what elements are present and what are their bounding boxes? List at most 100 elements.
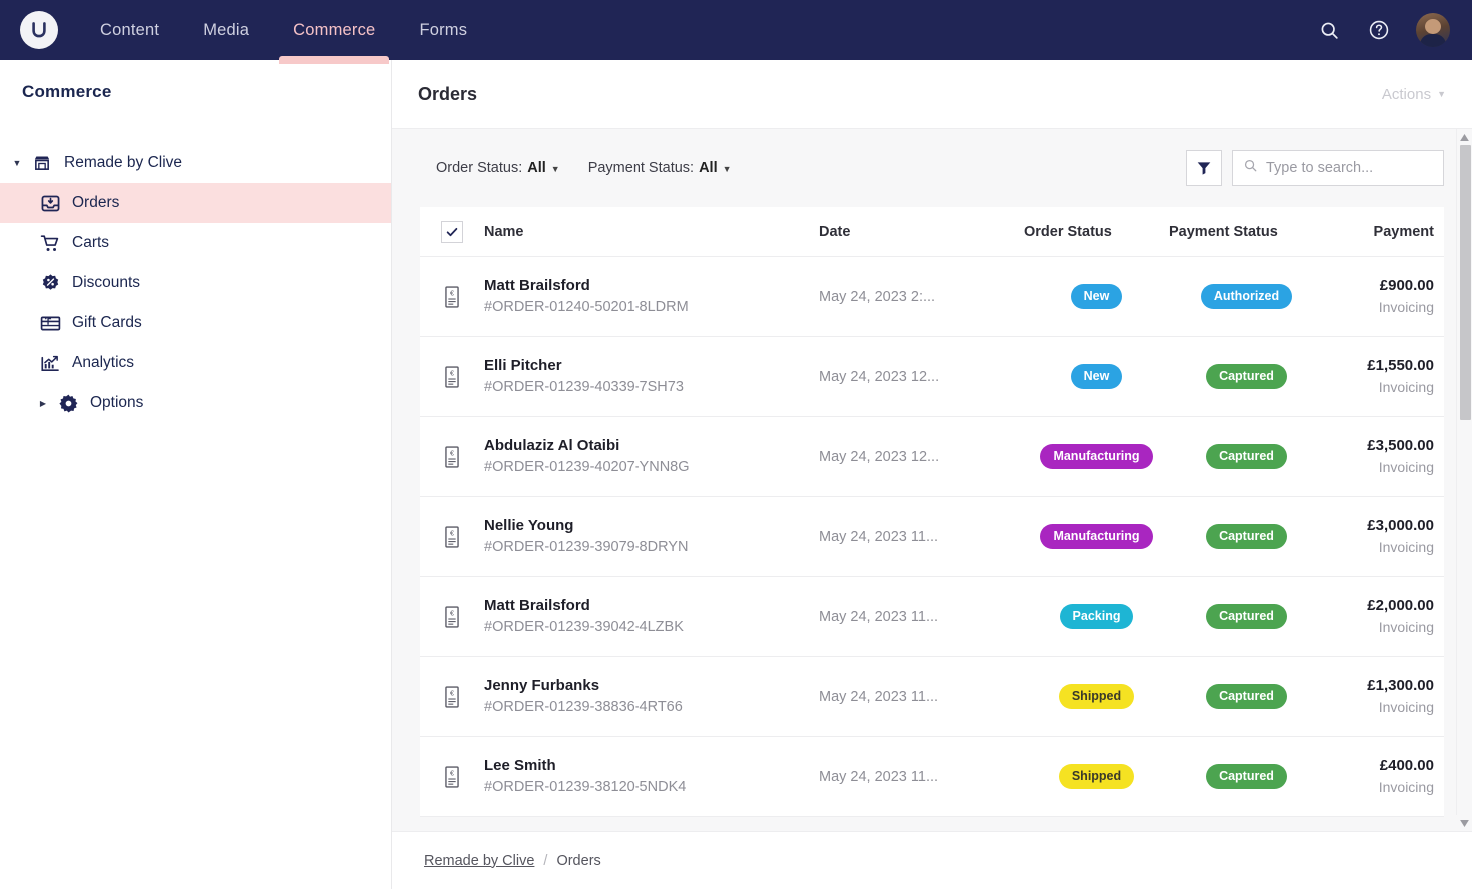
customer-name: Matt Brailsford [484, 595, 807, 617]
order-name-cell[interactable]: Nellie Young#ORDER-01239-39079-8DRYN [484, 515, 819, 559]
table-row[interactable]: €Matt Brailsford#ORDER-01239-39042-4LZBK… [420, 577, 1444, 657]
order-number: #ORDER-01239-40207-YNN8G [484, 457, 807, 479]
logo-container[interactable] [0, 11, 78, 49]
table-row[interactable]: €Abdulaziz Al Otaibi#ORDER-01239-40207-Y… [420, 417, 1444, 497]
column-header-name[interactable]: Name [484, 224, 819, 240]
nav-item-media[interactable]: Media [181, 0, 271, 60]
order-date: May 24, 2023 11... [819, 689, 1024, 705]
payment-amount: £2,000.00 [1324, 595, 1434, 618]
payment-amount: £3,500.00 [1324, 435, 1434, 458]
main-content: Orders Actions ▼ Order Status: All ▼ Pay… [392, 60, 1472, 889]
select-all-checkbox[interactable] [441, 221, 463, 243]
scrollbar-thumb[interactable] [1460, 145, 1471, 420]
chart-line-icon [34, 353, 66, 374]
nav-item-forms[interactable]: Forms [397, 0, 489, 60]
breadcrumb: Remade by Clive / Orders [392, 831, 1472, 889]
payment-status-filter-value: All [699, 160, 718, 176]
nav-item-content[interactable]: Content [78, 0, 181, 60]
sidebar-item-label: Options [90, 394, 143, 412]
search-icon[interactable] [1316, 17, 1342, 43]
breadcrumb-separator: / [543, 853, 547, 869]
payment-status-filter[interactable]: Payment Status: All ▼ [588, 160, 732, 176]
payment-cell: £2,000.00Invoicing [1324, 595, 1444, 639]
nav-item-label: Content [100, 21, 159, 40]
order-date: May 24, 2023 11... [819, 529, 1024, 545]
column-header-order-status[interactable]: Order Status [1024, 224, 1169, 240]
order-date: May 24, 2023 11... [819, 609, 1024, 625]
chevron-down-icon[interactable] [8, 158, 26, 168]
table-row[interactable]: € Matt Brailsford#ORDER-01240-50201-8LDRM… [420, 257, 1444, 337]
order-status-filter-label: Order Status: [436, 160, 522, 176]
help-circle-icon[interactable] [1366, 17, 1392, 43]
sidebar-item-carts[interactable]: Carts [0, 223, 391, 263]
order-status-cell: Shipped [1024, 684, 1169, 708]
status-badge: Captured [1206, 444, 1287, 468]
nav-item-commerce[interactable]: Commerce [271, 0, 397, 60]
table-row[interactable]: €Lee Smith#ORDER-01239-38120-5NDK4May 24… [420, 737, 1444, 817]
triangle-up-icon[interactable] [1457, 129, 1472, 145]
chevron-down-icon: ▼ [1437, 89, 1446, 99]
order-receipt-euro-icon: € [420, 446, 484, 468]
sidebar-item-remade-by-clive[interactable]: Remade by Clive [0, 142, 391, 183]
order-date-cell: May 24, 2023 11... [819, 689, 1024, 705]
svg-text:€: € [450, 688, 454, 697]
breadcrumb-link-store[interactable]: Remade by Clive [424, 853, 534, 869]
payment-status-cell: Authorized [1169, 284, 1324, 308]
order-date: May 24, 2023 12... [819, 369, 1024, 385]
order-name-cell[interactable]: Abdulaziz Al Otaibi#ORDER-01239-40207-YN… [484, 435, 819, 479]
sidebar-item-orders[interactable]: Orders [0, 183, 391, 223]
table-row[interactable]: €Nellie Young#ORDER-01239-39079-8DRYNMay… [420, 497, 1444, 577]
vertical-scrollbar[interactable] [1456, 129, 1472, 831]
sidebar-item-discounts[interactable]: Discounts [0, 263, 391, 303]
payment-method: Invoicing [1324, 377, 1434, 398]
payment-status-cell: Captured [1169, 444, 1324, 468]
order-date: May 24, 2023 2:... [819, 289, 1024, 305]
order-status-cell: New [1024, 364, 1169, 388]
column-header-payment-status[interactable]: Payment Status [1169, 224, 1324, 240]
order-status-cell: Shipped [1024, 764, 1169, 788]
sidebar-item-gift-cards[interactable]: Gift Cards [0, 303, 391, 343]
svg-text:€: € [450, 288, 454, 297]
payment-status-cell: Captured [1169, 604, 1324, 628]
nav-item-label: Commerce [293, 21, 375, 40]
table-row[interactable]: € Jenny Furbanks#ORDER-01239-38836-4RT66M… [420, 657, 1444, 737]
store-icon [26, 153, 58, 173]
column-header-date[interactable]: Date [819, 224, 1024, 240]
search-input-wrapper[interactable] [1232, 150, 1444, 186]
actions-button[interactable]: Actions ▼ [1382, 86, 1446, 103]
breadcrumb-current: Orders [556, 853, 600, 869]
avatar[interactable] [1416, 13, 1450, 47]
filter-bar: Order Status: All ▼ Payment Status: All … [392, 129, 1472, 207]
order-receipt-euro-icon: € [420, 606, 484, 628]
triangle-down-icon[interactable] [1456, 815, 1472, 831]
order-number: #ORDER-01239-38836-4RT66 [484, 697, 807, 719]
order-receipt-euro-icon: € [420, 366, 484, 388]
sidebar: Commerce Remade by Clive [0, 60, 392, 889]
sidebar-item-label: Gift Cards [72, 314, 142, 332]
gift-card-icon [34, 313, 66, 334]
table-row[interactable]: €Elli Pitcher#ORDER-01239-40339-7SH73May… [420, 337, 1444, 417]
sidebar-item-options[interactable]: Options [0, 383, 391, 423]
status-badge: Manufacturing [1040, 524, 1152, 548]
actions-button-label: Actions [1382, 86, 1431, 103]
order-name-cell[interactable]: Elli Pitcher#ORDER-01239-40339-7SH73 [484, 355, 819, 399]
order-date-cell: May 24, 2023 11... [819, 609, 1024, 625]
order-name-cell[interactable]: Lee Smith#ORDER-01239-38120-5NDK4 [484, 755, 819, 799]
order-status-filter[interactable]: Order Status: All ▼ [436, 160, 560, 176]
payment-amount: £3,000.00 [1324, 515, 1434, 538]
order-name-cell[interactable]: Jenny Furbanks#ORDER-01239-38836-4RT66 [484, 675, 819, 719]
shopping-cart-icon [34, 233, 66, 254]
chevron-right-icon[interactable] [34, 398, 52, 408]
order-receipt-euro-icon: € [420, 766, 484, 788]
status-badge: Captured [1206, 604, 1287, 628]
order-name-cell[interactable]: Matt Brailsford#ORDER-01240-50201-8LDRM [484, 275, 819, 319]
payment-cell: £900.00Invoicing [1324, 275, 1444, 319]
search-input[interactable] [1266, 160, 1433, 176]
funnel-filter-icon[interactable] [1186, 150, 1222, 186]
column-header-payment[interactable]: Payment [1324, 224, 1444, 240]
payment-cell: £3,500.00Invoicing [1324, 435, 1444, 479]
select-all-cell [420, 221, 484, 243]
sidebar-item-analytics[interactable]: Analytics [0, 343, 391, 383]
payment-cell: £400.00Invoicing [1324, 755, 1444, 799]
order-name-cell[interactable]: Matt Brailsford#ORDER-01239-39042-4LZBK [484, 595, 819, 639]
